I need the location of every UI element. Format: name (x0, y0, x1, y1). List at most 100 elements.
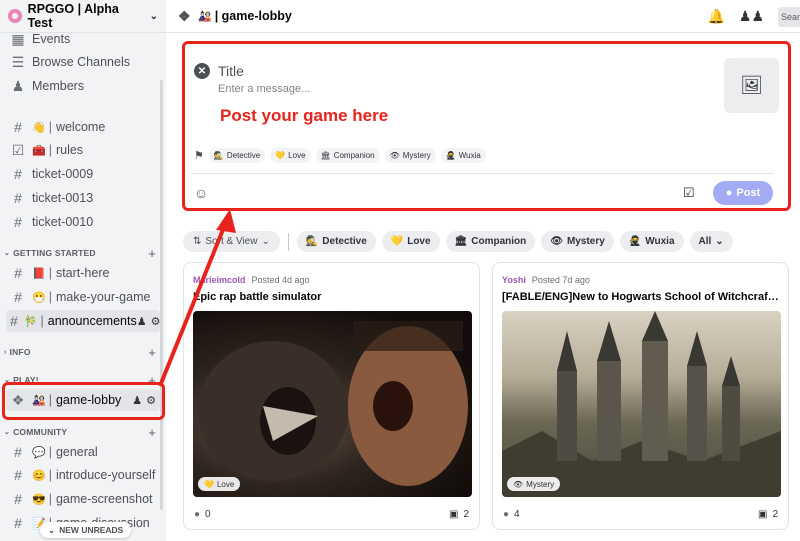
tag-emoji: 👁 (389, 151, 400, 160)
channel-emoji: 😷 (32, 291, 46, 304)
chat-bubble-icon: ● (194, 509, 201, 520)
chevron-down-icon: ⌄ (4, 429, 11, 436)
thumbnail-art (198, 321, 468, 486)
channel-announcements[interactable]: # 🎋 | announcements ♟ ⚙ (6, 310, 160, 332)
post-thumbnail[interactable]: 💛 Love (193, 311, 472, 497)
channel-start-here[interactable]: # 📕 | start-here (6, 262, 160, 284)
category-label: COMMUNITY (13, 427, 68, 437)
sidebar-item-label: Browse Channels (32, 55, 130, 69)
tag-label: Wuxia (458, 151, 481, 160)
tag-love[interactable]: 💛 Love (270, 148, 311, 163)
tag-wuxia[interactable]: 🥷 Wuxia (440, 148, 486, 163)
add-channel-icon[interactable]: + (148, 425, 156, 440)
tag-detective[interactable]: 🕵 Detective (208, 148, 266, 163)
post-card[interactable]: Yoshi Posted 7d ago [FABLE/ENG]New to Ho… (492, 262, 789, 530)
post-thumbnail[interactable]: 👁 Mystery (502, 311, 781, 497)
filter-mystery[interactable]: 👁 Mystery (541, 231, 614, 252)
channel-make-your-game[interactable]: # 😷 | make-your-game (6, 286, 160, 308)
filter-all-dropdown[interactable]: All ⌄ (689, 231, 733, 252)
tag-companion[interactable]: 🏛 Companion (315, 148, 380, 163)
sort-view-button[interactable]: ⇅ Sort & View ⌄ (183, 231, 280, 252)
tag-emoji: 🏛 (320, 151, 331, 160)
channel-welcome[interactable]: # 👋 | welcome (6, 116, 160, 138)
post-title-input[interactable]: Title (218, 63, 244, 79)
post-button[interactable]: ● Post (713, 181, 773, 205)
hash-icon: # (10, 313, 18, 329)
chevron-down-icon: ⌄ (4, 250, 11, 257)
tag-emoji: 👁 (550, 236, 563, 247)
new-unreads-button[interactable]: ⌄ NEW UNREADS (40, 522, 132, 538)
tag-label: Mystery (566, 236, 605, 247)
category-label: GETTING STARTED (13, 248, 96, 258)
checklist-icon[interactable]: ☑ (683, 185, 695, 201)
channel-label: game-screenshot (55, 492, 153, 506)
filter-bar: ⇅ Sort & View ⌄ 🕵 Detective 💛 Love 🏛 Compan… (183, 231, 733, 252)
post-tag: 💛 Love (198, 477, 241, 491)
hash-icon: # (14, 166, 22, 182)
channel-emoji: 😎 (32, 493, 46, 506)
post-button-label: Post (736, 187, 761, 199)
channel-emoji: 🎋 (23, 315, 38, 328)
bell-icon[interactable]: 🔔 (707, 8, 724, 25)
channel-label: rules (55, 143, 84, 157)
category-getting-started[interactable]: ⌄ GETTING STARTED + (4, 246, 156, 261)
channel-emoji: 💬 (32, 446, 46, 459)
channel-ticket-0009[interactable]: # ticket-0009 (6, 163, 160, 185)
hash-icon: # (14, 289, 22, 305)
forum-icon: ❖ (178, 7, 191, 24)
filter-detective[interactable]: 🕵 Detective (296, 231, 376, 252)
post-tag-row: ⚑ 🕵 Detective 💛 Love 🏛 Companion 👁 Mystery 🥷… (194, 148, 486, 163)
reply-count: 0 (205, 509, 211, 520)
sidebar-item-label: Events (32, 32, 71, 46)
channel-game-screenshot[interactable]: # 😎 | game-screenshot (6, 488, 160, 510)
filter-companion[interactable]: 🏛 Companion (445, 231, 536, 252)
tag-label: Love (216, 479, 235, 489)
hash-icon: # (14, 491, 22, 507)
sidebar-item-events[interactable]: ▦ Events (6, 28, 160, 50)
channel-general[interactable]: # 💬 | general (6, 441, 160, 463)
search-input[interactable]: Sear (778, 6, 800, 27)
filter-wuxia[interactable]: 🥷 Wuxia (619, 231, 684, 252)
chevron-down-icon: ⌄ (149, 10, 158, 22)
channel-emoji: 👋 (32, 121, 46, 134)
channel-rules[interactable]: ☑ 🧰 | rules (6, 139, 160, 161)
sidebar-scrollbar[interactable] (160, 80, 163, 510)
post-author[interactable]: Marieimcold (193, 275, 246, 285)
filter-all-label: All (698, 236, 712, 247)
channel-introduce-yourself[interactable]: # 😊 | introduce-yourself (6, 464, 160, 486)
server-icon (8, 9, 22, 23)
category-info[interactable]: › INFO + (4, 345, 156, 360)
add-channel-icon[interactable]: + (148, 345, 156, 360)
tag-emoji: 🕵 (213, 151, 224, 160)
add-channel-icon[interactable]: + (148, 246, 156, 261)
gear-icon[interactable]: ⚙ (151, 315, 161, 328)
sidebar-item-members[interactable]: ♟ Members (6, 75, 160, 97)
browse-icon: ☰ (11, 53, 25, 70)
channel-emoji: 😊 (32, 469, 46, 482)
members-icon[interactable]: ♟♟ (739, 8, 764, 25)
chevron-down-icon: ⌄ (715, 236, 724, 247)
tag-emoji: 👁 (513, 479, 524, 489)
category-community[interactable]: ⌄ COMMUNITY + (4, 425, 156, 440)
channel-ticket-0013[interactable]: # ticket-0013 (6, 187, 160, 209)
rules-icon: ☑ (11, 141, 25, 158)
post-author[interactable]: Yoshi (502, 275, 526, 285)
post-card[interactable]: Marieimcold Posted 4d ago Epic rap battl… (183, 262, 480, 530)
sidebar-item-browse-channels[interactable]: ☰ Browse Channels (6, 51, 160, 73)
channel-label: welcome (55, 120, 106, 134)
post-title[interactable]: Epic rap battle simulator (193, 291, 473, 303)
channel-emoji: 🧰 (32, 144, 46, 157)
channel-ticket-0010[interactable]: # ticket-0010 (6, 211, 160, 233)
post-title[interactable]: [FABLE/ENG]New to Hogwarts School of Wit… (502, 291, 782, 303)
hash-icon: # (14, 214, 22, 230)
add-image-button[interactable]: 🖼 (724, 58, 779, 113)
invite-icon[interactable]: ♟ (137, 315, 147, 328)
tag-emoji: 🥷 (628, 236, 642, 247)
post-message-input[interactable]: Enter a message... (218, 83, 310, 95)
channel-emoji: 🎎 (198, 10, 212, 23)
tag-label: Mystery (526, 479, 555, 489)
filter-love[interactable]: 💛 Love (381, 231, 440, 252)
close-icon[interactable]: ✕ (194, 63, 210, 79)
tag-mystery[interactable]: 👁 Mystery (384, 148, 436, 163)
emoji-icon[interactable]: ☺ (194, 185, 208, 201)
